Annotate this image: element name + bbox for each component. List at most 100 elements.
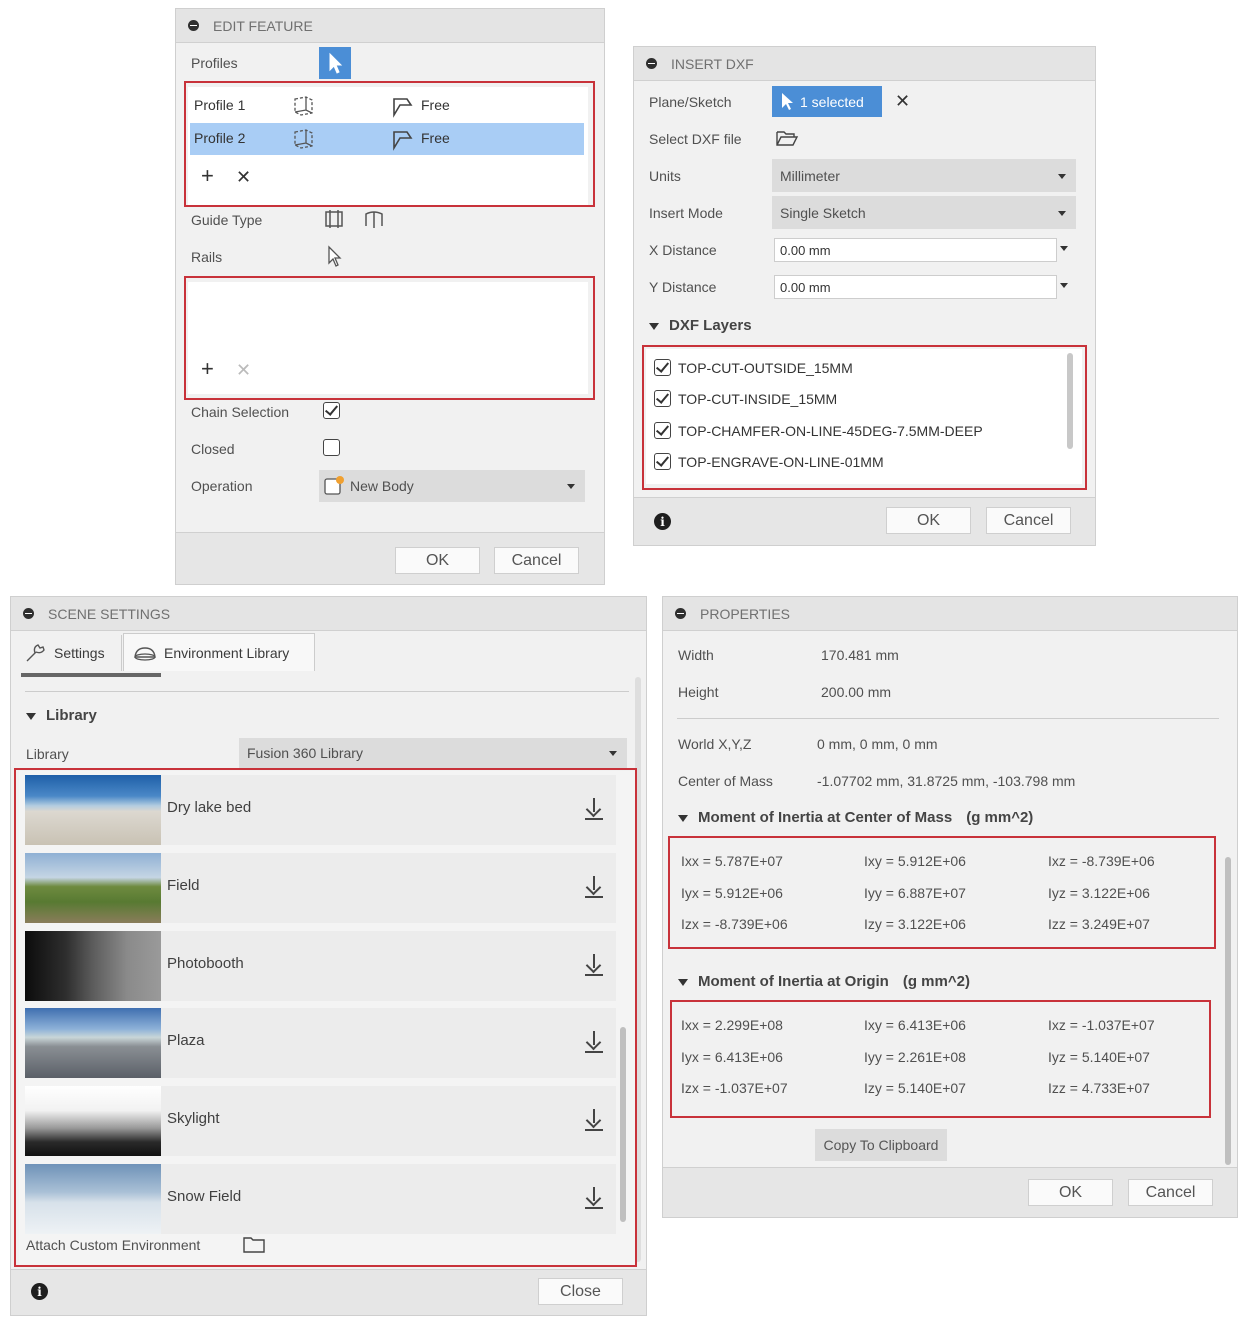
close-button[interactable]: Close	[538, 1278, 623, 1305]
collapse-triangle-icon	[678, 814, 688, 822]
environments-highlight	[14, 768, 637, 1267]
insert-mode-label: Insert Mode	[649, 205, 723, 221]
properties-header[interactable]: PROPERTIES	[663, 597, 1237, 631]
collapse-icon[interactable]	[23, 608, 34, 619]
select-dxf-file-label: Select DXF file	[649, 131, 742, 147]
closed-checkbox[interactable]	[323, 439, 340, 456]
world-xyz-value: 0 mm, 0 mm, 0 mm	[817, 736, 938, 752]
height-label: Height	[678, 684, 719, 700]
center-of-mass-label: Center of Mass	[678, 773, 773, 789]
properties-scrollbar[interactable]	[1225, 857, 1231, 1165]
y-distance-input[interactable]: 0.00 mm	[774, 275, 1057, 299]
collapse-icon[interactable]	[188, 20, 199, 31]
x-distance-label: X Distance	[649, 242, 717, 258]
insert-mode-dropdown[interactable]: Single Sketch	[772, 196, 1076, 229]
moi-com-unit: (g mm^2)	[966, 809, 1034, 826]
moi-com-header[interactable]: Moment of Inertia at Center of Mass (g mm…	[678, 809, 1033, 826]
tabs-divider	[25, 691, 629, 692]
info-icon[interactable]: i	[31, 1283, 48, 1300]
edit-feature-title: EDIT FEATURE	[213, 17, 313, 34]
scene-settings-dialog: SCENE SETTINGS Settings Environment Libr…	[10, 596, 647, 1316]
edit-feature-dialog: EDIT FEATURE Profiles Profile 1 Free Pro…	[175, 8, 605, 585]
dxf-layers-highlight	[642, 345, 1087, 490]
chevron-down-icon	[609, 751, 617, 756]
chain-selection-label: Chain Selection	[191, 404, 290, 420]
info-icon[interactable]: i	[654, 513, 671, 530]
guide-centerline-icon[interactable]	[362, 208, 386, 230]
moi-com-highlight	[668, 836, 1216, 949]
tab-environment-library[interactable]: Environment Library	[123, 633, 315, 671]
cancel-button[interactable]: Cancel	[494, 547, 579, 574]
clear-selection-icon[interactable]: ✕	[895, 91, 910, 112]
chain-selection-checkbox[interactable]	[323, 402, 340, 419]
insert-mode-value: Single Sketch	[780, 204, 866, 221]
profiles-highlight	[184, 81, 595, 207]
properties-dialog: PROPERTIES Width 170.481 mm Height 200.0…	[662, 596, 1238, 1218]
chevron-down-icon	[1058, 173, 1066, 179]
closed-label: Closed	[191, 441, 235, 457]
scene-settings-title: SCENE SETTINGS	[48, 605, 171, 622]
ok-button[interactable]: OK	[395, 547, 480, 574]
ok-button[interactable]: OK	[1028, 1179, 1113, 1206]
new-body-icon	[324, 476, 344, 495]
operation-dropdown[interactable]: New Body	[319, 470, 585, 502]
scene-settings-header[interactable]: SCENE SETTINGS	[11, 597, 646, 631]
dxf-layers-header[interactable]: DXF Layers	[649, 317, 752, 334]
units-label: Units	[649, 168, 681, 184]
rails-select-icon[interactable]	[326, 245, 346, 269]
y-distance-chevron-down-icon[interactable]	[1060, 283, 1068, 288]
cursor-icon	[782, 93, 793, 110]
plane-selected-value: 1 selected	[800, 93, 864, 110]
cancel-button[interactable]: Cancel	[1128, 1179, 1213, 1206]
cancel-button[interactable]: Cancel	[986, 507, 1071, 534]
library-label: Library	[26, 746, 69, 762]
rails-highlight	[184, 276, 595, 400]
x-distance-input[interactable]: 0.00 mm	[774, 238, 1057, 262]
collapse-triangle-icon	[678, 978, 688, 986]
tab-settings-label: Settings	[54, 645, 105, 661]
moi-origin-title: Moment of Inertia at Origin	[698, 973, 889, 990]
units-value: Millimeter	[780, 167, 840, 184]
ok-button[interactable]: OK	[886, 507, 971, 534]
insert-dxf-header[interactable]: INSERT DXF	[634, 47, 1095, 81]
open-folder-icon[interactable]	[775, 129, 799, 147]
library-dropdown[interactable]: Fusion 360 Library	[239, 738, 627, 768]
collapse-icon[interactable]	[646, 58, 657, 69]
width-value: 170.481 mm	[821, 647, 899, 663]
guide-type-label: Guide Type	[191, 212, 263, 228]
rails-label: Rails	[191, 249, 223, 265]
height-value: 200.00 mm	[821, 684, 892, 700]
insert-dxf-title: INSERT DXF	[671, 55, 754, 72]
moi-origin-header[interactable]: Moment of Inertia at Origin (g mm^2)	[678, 973, 970, 990]
cursor-icon	[329, 52, 343, 74]
properties-title: PROPERTIES	[700, 605, 790, 622]
divider	[677, 718, 1219, 719]
plane-select-button[interactable]: 1 selected	[772, 86, 882, 117]
profiles-label: Profiles	[191, 55, 238, 71]
guide-rails-icon[interactable]	[322, 208, 346, 230]
insert-dxf-dialog: INSERT DXF Plane/Sketch 1 selected ✕ Sel…	[633, 46, 1096, 546]
x-distance-chevron-down-icon[interactable]	[1060, 246, 1068, 251]
moi-origin-unit: (g mm^2)	[902, 973, 970, 990]
center-of-mass-value: -1.07702 mm, 31.8725 mm, -103.798 mm	[817, 773, 1076, 789]
wrench-icon	[26, 644, 45, 662]
collapse-icon[interactable]	[675, 608, 686, 619]
edit-feature-header[interactable]: EDIT FEATURE	[176, 9, 604, 43]
library-section-title: Library	[46, 707, 97, 724]
collapse-triangle-icon	[26, 712, 36, 720]
tab-settings-underline	[21, 673, 161, 677]
library-section-header[interactable]: Library	[26, 707, 97, 724]
dxf-layers-title: DXF Layers	[669, 317, 752, 334]
copy-to-clipboard-button[interactable]: Copy To Clipboard	[815, 1129, 947, 1161]
operation-label: Operation	[191, 478, 253, 494]
tab-settings[interactable]: Settings	[14, 635, 122, 671]
plane-sketch-label: Plane/Sketch	[649, 94, 732, 110]
environment-icon	[134, 646, 156, 661]
chevron-down-icon	[567, 484, 575, 489]
moi-com-title: Moment of Inertia at Center of Mass	[698, 809, 953, 826]
y-distance-value: 0.00 mm	[780, 279, 831, 295]
units-dropdown[interactable]: Millimeter	[772, 159, 1076, 192]
moi-origin-highlight	[670, 1000, 1211, 1118]
collapse-triangle-icon	[649, 322, 659, 330]
profiles-select-button[interactable]	[319, 47, 351, 79]
